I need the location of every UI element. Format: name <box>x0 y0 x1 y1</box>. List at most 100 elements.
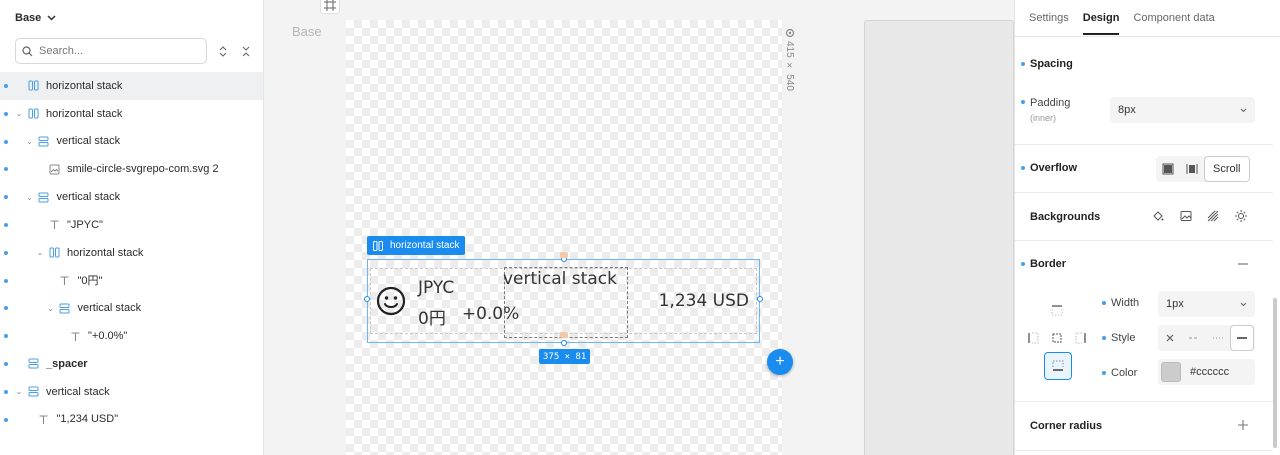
border-color-value: #cccccc <box>1190 366 1230 378</box>
padding-label: Padding <box>1030 97 1071 109</box>
padding-handle-bottom[interactable] <box>560 332 568 338</box>
layer-label: horizontal stack <box>67 246 144 259</box>
image-icon <box>1180 211 1192 221</box>
chevron-down-icon[interactable]: ⌄ <box>35 248 45 257</box>
layer-row[interactable]: ⌄smile-circle-svgrepo-com.svg 2 <box>0 155 263 183</box>
page-selector[interactable]: Base <box>15 12 56 24</box>
border-all-button[interactable] <box>1049 330 1065 346</box>
section-divider <box>1015 401 1273 402</box>
resize-handle-bottom[interactable] <box>561 340 567 346</box>
canvas[interactable]: Base 415 × 540 horizontal stack JPYC 0円 … <box>264 0 1014 455</box>
effect-fill-button[interactable] <box>1233 208 1249 224</box>
layer-row[interactable]: ⌄ horizontal stack <box>0 239 263 267</box>
amount-text[interactable]: 0円 <box>418 304 446 329</box>
layer-row[interactable]: ⌄"1,234 USD" <box>0 406 263 434</box>
secondary-frame[interactable] <box>864 20 1014 455</box>
layer-row[interactable]: ⌄"0円" <box>0 267 263 295</box>
resize-handle-left[interactable] <box>364 296 370 302</box>
selection-tag-label: horizontal stack <box>390 240 460 251</box>
add-element-button[interactable]: + <box>767 349 793 375</box>
inspector-tabs: Settings Design Component data <box>1029 12 1215 35</box>
chevron-down-icon[interactable]: ⌄ <box>14 109 24 118</box>
image-fill-button[interactable] <box>1178 208 1194 224</box>
dotted-line-icon <box>1213 337 1223 339</box>
search-field[interactable] <box>15 38 207 64</box>
color-swatch[interactable] <box>1161 362 1181 382</box>
border-top-button[interactable] <box>1049 302 1065 318</box>
layer-row[interactable]: ⌄horizontal stack <box>0 100 263 128</box>
remove-border-button[interactable] <box>1235 256 1251 272</box>
minus-icon <box>1238 263 1248 265</box>
border-right-button[interactable] <box>1073 330 1089 346</box>
border-style-none-button[interactable] <box>1158 325 1182 351</box>
vstack-icon <box>26 385 40 399</box>
chevron-down-icon <box>1240 302 1247 306</box>
chevron-down-icon[interactable]: ⌄ <box>25 137 35 146</box>
tab-design[interactable]: Design <box>1082 12 1120 35</box>
padding-select[interactable]: 8px <box>1110 97 1255 123</box>
layer-row[interactable]: ⌄ vertical stack <box>0 378 263 406</box>
layer-row[interactable]: ⌄"+0.0%" <box>0 322 263 350</box>
border-top-icon <box>1051 305 1063 316</box>
chevron-down-icon <box>1240 108 1247 112</box>
border-color-field[interactable]: #cccccc <box>1158 359 1255 385</box>
text-icon <box>68 329 82 343</box>
overflow-hidden-button[interactable] <box>1180 156 1204 182</box>
border-width-select[interactable]: 1px <box>1158 291 1255 317</box>
smile-circle-icon[interactable] <box>376 286 406 316</box>
set-indicator <box>4 334 8 339</box>
layer-row[interactable]: ⌄horizontal stack <box>0 72 263 100</box>
size-tag: 375 × 81 <box>539 349 591 364</box>
border-style-dotted-button[interactable] <box>1206 325 1230 351</box>
border-color-label: Color <box>1111 367 1138 379</box>
layer-row[interactable]: ⌄ vertical stack <box>0 183 263 211</box>
selection-tag[interactable]: horizontal stack <box>367 236 466 255</box>
solid-line-icon <box>1237 337 1247 339</box>
padding-handle-top[interactable] <box>560 252 568 258</box>
selected-horizontal-stack[interactable]: JPYC 0円 +0.0% vertical stack 1,234 USD <box>364 252 763 346</box>
overflow-scroll-button[interactable]: Scroll <box>1204 156 1250 182</box>
layer-row[interactable]: ⌄ vertical stack <box>0 128 263 156</box>
vstack-icon <box>58 301 72 315</box>
gradient-fill-button[interactable] <box>1205 208 1221 224</box>
layer-row[interactable]: ⌄ vertical stack <box>0 294 263 322</box>
frame-tool-button[interactable] <box>320 0 340 14</box>
search-input[interactable] <box>39 45 189 57</box>
inspector-scrollbar[interactable] <box>1273 298 1277 448</box>
chevron-down-icon[interactable]: ⌄ <box>46 304 56 313</box>
border-style-solid-button[interactable] <box>1230 325 1254 351</box>
search-icon <box>22 45 33 56</box>
border-title: Border <box>1030 258 1067 270</box>
tab-settings[interactable]: Settings <box>1029 12 1069 35</box>
set-indicator <box>4 250 8 255</box>
hovered-vertical-stack[interactable]: vertical stack <box>503 267 628 338</box>
image-icon <box>47 162 61 176</box>
chevron-down-icon[interactable]: ⌄ <box>14 387 24 396</box>
set-indicator <box>1102 301 1106 305</box>
border-bottom-button[interactable] <box>1044 352 1072 380</box>
set-indicator <box>4 361 8 366</box>
resize-handle-right[interactable] <box>757 296 763 302</box>
collapse-all-button[interactable] <box>240 44 252 58</box>
inspector-panel: Settings Design Component data Spacing P… <box>1014 0 1280 455</box>
set-indicator <box>4 278 8 283</box>
overflow-visible-button[interactable] <box>1156 156 1180 182</box>
border-left-button[interactable] <box>1025 330 1041 346</box>
set-indicator <box>4 84 8 88</box>
tab-component-data[interactable]: Component data <box>1133 12 1214 35</box>
chevron-down-icon[interactable]: ⌄ <box>25 193 35 202</box>
token-name[interactable]: JPYC <box>418 278 454 298</box>
add-corner-radius-button[interactable] <box>1235 417 1251 433</box>
usd-value[interactable]: 1,234 USD <box>659 291 749 311</box>
artboard-size: 415 × 540 <box>784 28 795 91</box>
section-divider <box>1015 192 1273 193</box>
layer-row[interactable]: ⌄"JPYC" <box>0 211 263 239</box>
layer-row[interactable]: ⌄_spacer <box>0 350 263 378</box>
expand-collapse-button[interactable] <box>217 44 229 58</box>
layer-label: "+0.0%" <box>88 330 128 343</box>
fill-color-button[interactable] <box>1150 208 1166 224</box>
text-icon <box>58 273 72 287</box>
border-style-dashed-button[interactable] <box>1182 325 1206 351</box>
corner-radius-title: Corner radius <box>1030 420 1103 432</box>
hstack-icon <box>26 79 40 93</box>
